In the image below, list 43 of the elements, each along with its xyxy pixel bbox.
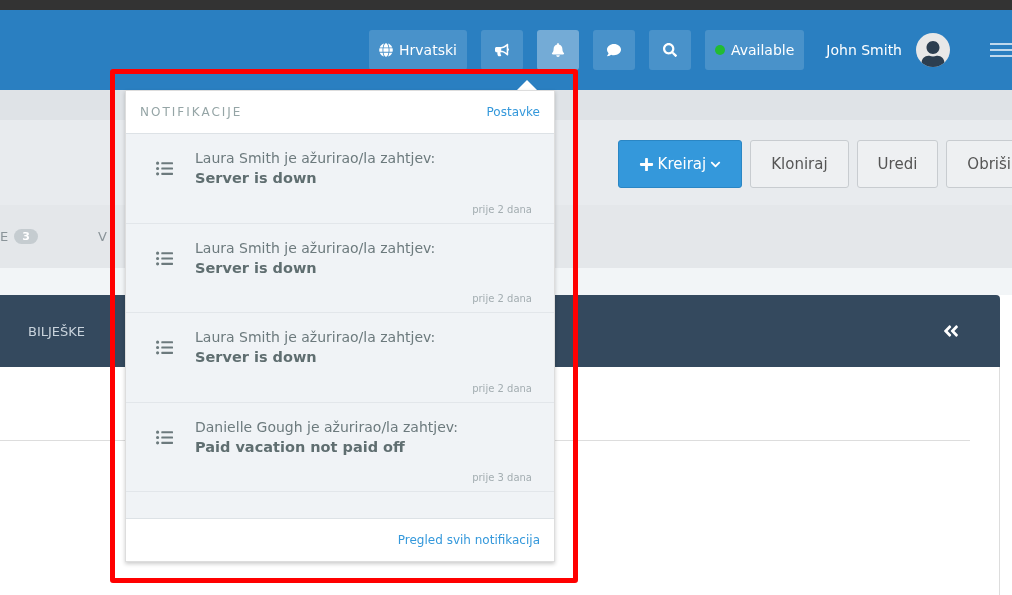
announcements-button[interactable]: [480, 30, 523, 70]
notification-subject: Server is down: [195, 170, 318, 186]
tab[interactable]: E: [0, 229, 9, 244]
panel-title[interactable]: BILJEŠKE: [28, 323, 86, 339]
notification-time: prije 2 dana: [472, 293, 532, 304]
notification-time: prije 2 dana: [472, 382, 532, 394]
chat-button[interactable]: [592, 30, 635, 70]
list-icon: [156, 249, 173, 267]
avatar[interactable]: [916, 33, 950, 67]
list-icon: [156, 339, 173, 356]
language-button[interactable]: Hrvatski: [369, 30, 467, 70]
list-icon: [156, 160, 173, 177]
toolbar-button[interactable]: Obriši: [946, 140, 1012, 188]
plus-icon: [638, 156, 654, 172]
notification-text: Laura Smith je ažurirao/la zahtjev:: [195, 239, 436, 256]
notification-text: Laura Smith je ažurirao/la zahtjev:: [195, 150, 436, 166]
create-button[interactable]: Kreiraj: [617, 140, 743, 188]
chat-bubble-icon: [606, 43, 621, 57]
user-name[interactable]: John Smith: [826, 42, 902, 58]
list-icon: [156, 428, 173, 446]
megaphone-icon: [494, 43, 509, 57]
notifications-button[interactable]: [536, 30, 579, 70]
globe-icon: [379, 43, 393, 57]
search-icon: [662, 43, 677, 57]
bell-icon: [550, 43, 565, 57]
toolbar-button[interactable]: Uredi: [856, 140, 939, 188]
status-button[interactable]: Available: [704, 30, 805, 70]
notification-text: Danielle Gough je ažurirao/la zahtjev:: [195, 418, 459, 435]
collapse-icon[interactable]: [942, 322, 960, 340]
search-button[interactable]: [648, 30, 691, 70]
count-badge: 3: [14, 229, 38, 244]
notification-subject: Server is down: [195, 349, 318, 365]
toolbar-button[interactable]: Kloniraj: [750, 140, 849, 188]
tab[interactable]: V: [97, 229, 107, 244]
notification-time: prije 2 dana: [472, 203, 532, 215]
settings-link[interactable]: Postavke: [486, 105, 540, 119]
notification-subject: Paid vacation not paid off: [195, 438, 406, 455]
notification-time: prije 3 dana: [472, 472, 532, 483]
dropdown-title: NOTIFIKACIJE: [140, 105, 243, 119]
notification-subject: Server is down: [195, 259, 318, 276]
menu-icon[interactable]: [990, 43, 1012, 57]
view-all-link[interactable]: Pregled svih notifikacija: [397, 533, 540, 547]
notification-text: Laura Smith je ažurirao/la zahtjev:: [195, 329, 436, 345]
